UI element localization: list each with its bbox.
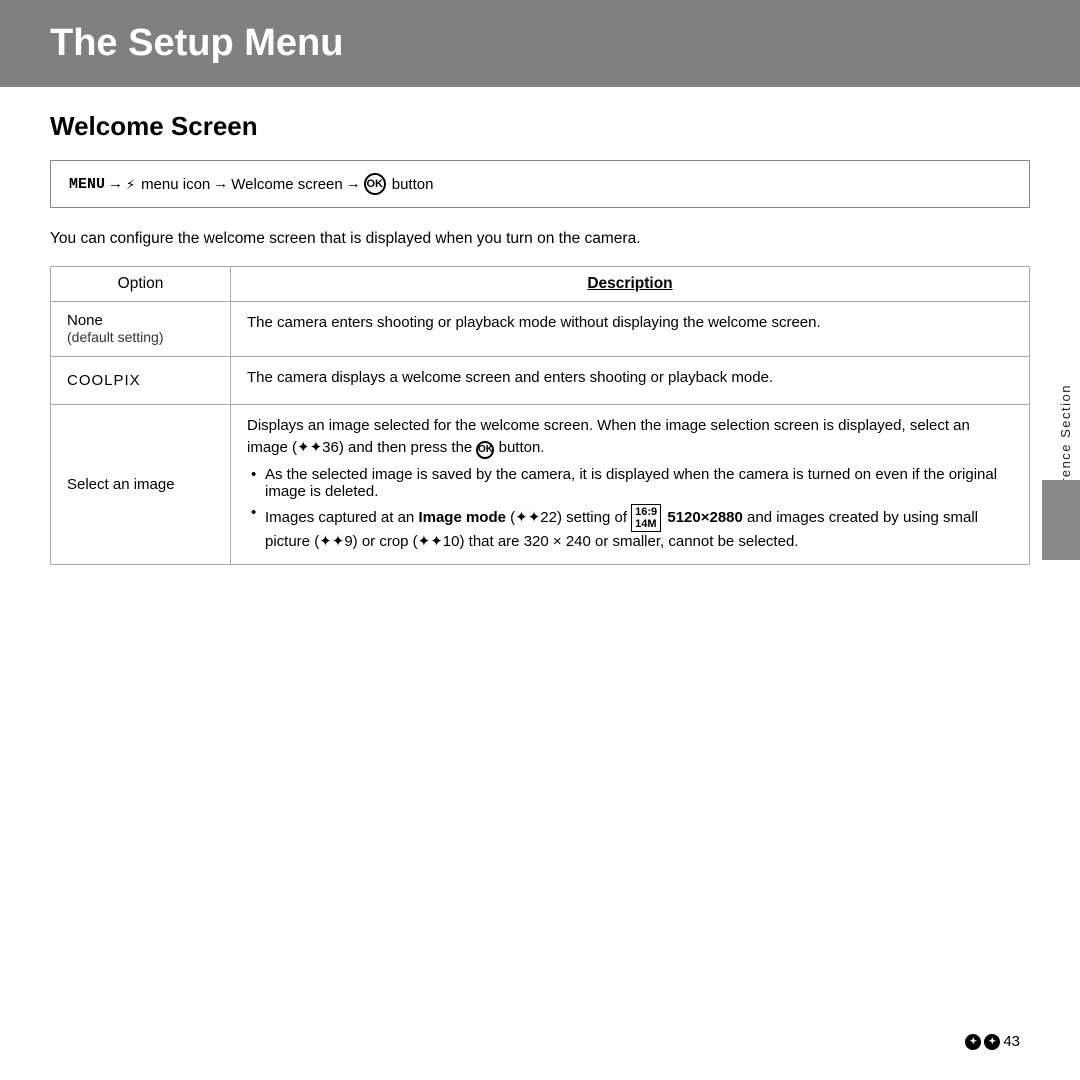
content-area: Welcome Screen MENU → ⚡ menu icon → Welc… xyxy=(0,111,1080,565)
option-cell-none: None (default setting) xyxy=(51,302,231,357)
description-cell-select-image: Displays an image selected for the welco… xyxy=(231,404,1030,564)
description-cell-coolpix: The camera displays a welcome screen and… xyxy=(231,357,1030,405)
col-header-description: Description xyxy=(231,267,1030,302)
option-name-coolpix: COOLPIX xyxy=(67,372,141,389)
welcome-screen-label: Welcome screen xyxy=(231,176,342,193)
menu-icon-label: menu icon xyxy=(141,176,210,193)
arrow-icon-1: → xyxy=(111,176,120,193)
page-bullet-right: ✦ xyxy=(984,1034,1000,1050)
resolution-text: 5120×2880 xyxy=(667,508,743,525)
arrow-icon-3: → xyxy=(349,176,358,193)
description-cell-none: The camera enters shooting or playback m… xyxy=(231,302,1030,357)
arrow-icon-2: → xyxy=(216,176,225,193)
options-table: Option Description None (default setting… xyxy=(50,266,1030,565)
ok-icon-inline: OK xyxy=(476,441,494,459)
button-label: button xyxy=(392,176,434,193)
page-number-text: 43 xyxy=(1003,1033,1020,1050)
option-name-select-image: Select an image xyxy=(67,476,175,493)
bullet-list: As the selected image is saved by the ca… xyxy=(247,466,1013,550)
desc-coolpix: The camera displays a welcome screen and… xyxy=(247,367,1013,390)
page-header: The Setup Menu xyxy=(0,0,1080,87)
col-header-option: Option xyxy=(51,267,231,302)
option-cell-select-image: Select an image xyxy=(51,404,231,564)
desc-none: The camera enters shooting or playback m… xyxy=(247,312,1013,335)
breadcrumb: MENU → ⚡ menu icon → Welcome screen → OK… xyxy=(50,160,1030,208)
option-cell-coolpix: COOLPIX xyxy=(51,357,231,405)
ok-button-icon: OK xyxy=(364,173,386,195)
list-item: As the selected image is saved by the ca… xyxy=(247,466,1013,500)
image-mode-icon: 16:914M xyxy=(631,504,661,532)
list-item: Images captured at an Image mode (✦✦22) … xyxy=(247,504,1013,550)
page-bullet-left: ✦ xyxy=(965,1034,981,1050)
section-title: Welcome Screen xyxy=(50,111,1030,142)
side-tab xyxy=(1042,480,1080,560)
table-row: None (default setting) The camera enters… xyxy=(51,302,1030,357)
desc-select-image-main: Displays an image selected for the welco… xyxy=(247,415,1013,460)
table-row: Select an image Displays an image select… xyxy=(51,404,1030,564)
page-number: ✦ ✦ 43 xyxy=(965,1033,1020,1050)
table-row: COOLPIX The camera displays a welcome sc… xyxy=(51,357,1030,405)
option-name-none: None xyxy=(67,312,103,329)
intro-description: You can configure the welcome screen tha… xyxy=(50,230,1030,248)
page-title: The Setup Menu xyxy=(50,22,1030,65)
menu-label: MENU xyxy=(69,176,105,193)
wrench-icon: ⚡ xyxy=(126,175,135,194)
option-sub-none: (default setting) xyxy=(67,329,164,345)
image-mode-bold: Image mode xyxy=(418,508,506,525)
